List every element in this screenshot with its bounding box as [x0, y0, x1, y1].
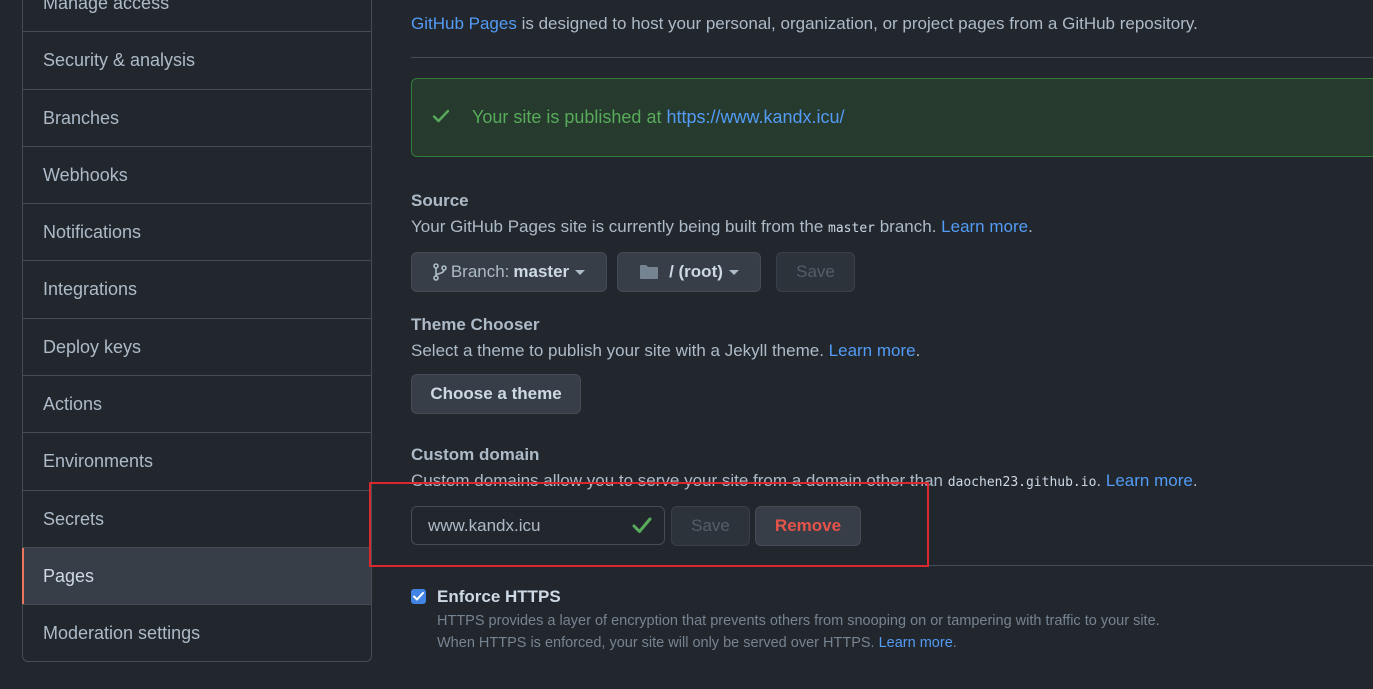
- sidebar-item-manage-access[interactable]: Manage access: [23, 0, 371, 33]
- check-icon: [432, 107, 472, 128]
- custom-domain-save-button[interactable]: Save: [671, 506, 750, 546]
- published-url-link[interactable]: https://www.kandx.icu/: [666, 107, 844, 128]
- source-desc-text: Your GitHub Pages site is currently bein…: [411, 217, 829, 236]
- custom-domain-learn-more-link[interactable]: Learn more: [1106, 471, 1193, 490]
- choose-theme-button[interactable]: Choose a theme: [411, 374, 581, 414]
- branch-value: master: [513, 262, 570, 281]
- branch-select-button[interactable]: Branch: master: [411, 252, 607, 292]
- git-branch-icon: [433, 263, 447, 281]
- source-learn-more-link[interactable]: Learn more: [941, 217, 1028, 236]
- folder-icon: [639, 264, 659, 280]
- sidebar-item-pages[interactable]: Pages: [22, 547, 371, 606]
- custom-domain-remove-button[interactable]: Remove: [755, 506, 861, 546]
- period: .: [915, 341, 921, 360]
- github-pages-link[interactable]: GitHub Pages: [411, 14, 517, 33]
- source-title: Source: [411, 191, 469, 210]
- divider: [411, 565, 1373, 566]
- sidebar-item-security-analysis[interactable]: Security & analysis: [23, 32, 371, 90]
- theme-learn-more-link[interactable]: Learn more: [829, 341, 916, 360]
- sidebar-item-secrets[interactable]: Secrets: [23, 491, 371, 548]
- custom-domain-description: Custom domains allow you to serve your s…: [411, 471, 1198, 491]
- sidebar-item-branches[interactable]: Branches: [23, 90, 371, 147]
- caret-down-icon: [575, 269, 586, 275]
- folder-select-button[interactable]: / (root): [617, 252, 761, 292]
- custom-domain-value: www.kandx.icu: [428, 515, 541, 535]
- published-text: Your site is published at: [472, 107, 662, 127]
- https-desc-text: When HTTPS is enforced, your site will o…: [437, 635, 879, 651]
- theme-desc-text: Select a theme to publish your site with…: [411, 341, 829, 360]
- source-save-button[interactable]: Save: [776, 252, 855, 292]
- custom-domain-title: Custom domain: [411, 445, 540, 464]
- period: .: [1028, 217, 1033, 236]
- folder-value: / (root): [669, 262, 723, 281]
- sidebar-item-deploy-keys[interactable]: Deploy keys: [23, 319, 371, 377]
- period: .: [1192, 471, 1198, 490]
- sidebar-item-actions[interactable]: Actions: [23, 376, 371, 434]
- custom-domain-input[interactable]: www.kandx.icu: [411, 506, 665, 545]
- custom-domain-desc-suffix: .: [1096, 471, 1106, 490]
- domain-code: daochen23.github.io: [947, 475, 1097, 490]
- sidebar-item-environments[interactable]: Environments: [23, 433, 371, 491]
- sidebar-item-moderation-settings[interactable]: Moderation settings: [23, 605, 371, 662]
- branch-label: Branch:: [450, 262, 510, 281]
- https-learn-more-link[interactable]: Learn more: [879, 635, 953, 651]
- theme-description: Select a theme to publish your site with…: [411, 341, 920, 361]
- custom-domain-desc-text: Custom domains allow you to serve your s…: [411, 471, 948, 490]
- source-desc-suffix: branch.: [875, 217, 942, 236]
- theme-chooser-title: Theme Chooser: [411, 315, 540, 334]
- enforce-https-label[interactable]: Enforce HTTPS: [437, 587, 561, 607]
- check-icon: [632, 515, 652, 540]
- enforce-https-checkbox[interactable]: [411, 589, 426, 604]
- divider: [411, 57, 1373, 58]
- pages-intro: GitHub Pages is designed to host your pe…: [411, 14, 1198, 34]
- caret-down-icon: [728, 269, 739, 275]
- period: .: [952, 635, 957, 651]
- published-flash: Your site is published at https://www.ka…: [411, 78, 1373, 157]
- source-description: Your GitHub Pages site is currently bein…: [411, 217, 1033, 237]
- https-description-line-1: HTTPS provides a layer of encryption tha…: [437, 613, 1160, 629]
- checkbox-checked-icon: [413, 592, 424, 601]
- intro-text: is designed to host your personal, organ…: [516, 14, 1198, 33]
- sidebar-item-notifications[interactable]: Notifications: [23, 204, 371, 262]
- settings-sidebar: Manage access Security & analysis Branch…: [22, 0, 372, 662]
- sidebar-item-integrations[interactable]: Integrations: [23, 261, 371, 319]
- https-description-line-2: When HTTPS is enforced, your site will o…: [437, 635, 957, 651]
- sidebar-item-webhooks[interactable]: Webhooks: [23, 147, 371, 205]
- source-branch-code: master: [828, 221, 875, 236]
